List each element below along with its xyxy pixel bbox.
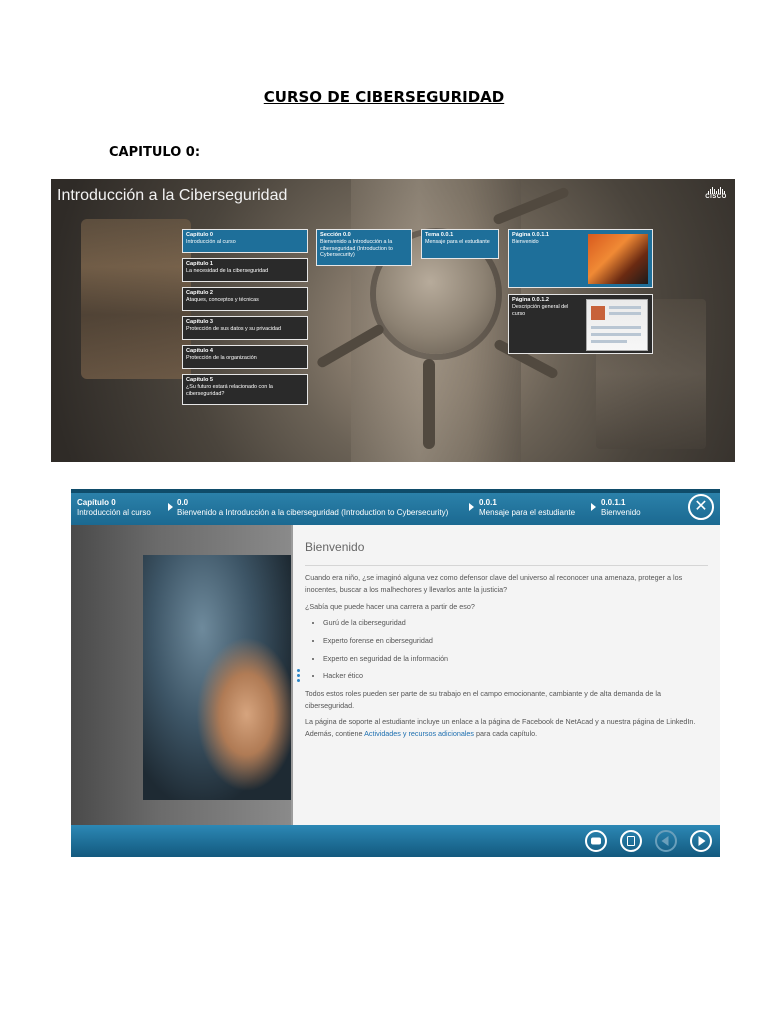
breadcrumb-topic[interactable]: 0.0.1 Mensaje para el estudiante — [479, 498, 575, 519]
topic-card[interactable]: Tema 0.0.1 Mensaje para el estudiante — [421, 229, 499, 259]
hooded-person-image — [143, 555, 291, 800]
lesson-heading: Bienvenido — [305, 538, 708, 567]
page-card-1[interactable]: Página 0.0.1.1 Bienvenido — [508, 229, 653, 288]
course-map-title: Introducción a la Ciberseguridad — [57, 187, 288, 204]
lesson-paragraph-4: La página de soporte al estudiante inclu… — [305, 717, 696, 738]
resources-link[interactable]: Actividades y recursos adicionales — [364, 729, 474, 738]
breadcrumb-separator-icon — [591, 503, 596, 511]
chat-bubble-icon — [591, 837, 601, 845]
chapter-card-1[interactable]: Capítulo 1 La necesidad de la ciberseguri… — [182, 258, 308, 282]
close-icon: ✕ — [694, 498, 708, 515]
chapter-card-4[interactable]: Capítulo 4 Protección de la organización — [182, 345, 308, 369]
splitter-handle-icon[interactable] — [297, 669, 301, 684]
document-title: CURSO DE CIBERSEGURIDAD — [263, 88, 505, 106]
chapter-card-5[interactable]: Capítulo 5 ¿Su futuro estará relacionado … — [182, 374, 308, 405]
lesson-screenshot: Capítulo 0 Introducción al curso 0.0 Bienv… — [71, 489, 720, 857]
chapter-heading: CAPITULO 0: — [109, 145, 201, 160]
page-card-2[interactable]: Página 0.0.1.2 Descripción general del cu… — [508, 294, 653, 354]
list-item: Experto en seguridad de la información — [323, 653, 708, 665]
breadcrumb-chapter[interactable]: Capítulo 0 Introducción al curso — [77, 498, 151, 519]
next-button[interactable] — [690, 830, 712, 852]
list-item: Gurú de la ciberseguridad — [323, 617, 708, 629]
page-thumbnail-photo — [588, 234, 648, 284]
breadcrumb-section[interactable]: 0.0 Bienvenido a Introducción a la cibers… — [177, 498, 448, 519]
section-card[interactable]: Sección 0.0 Bienvenido a Introducción a l… — [316, 229, 412, 266]
breadcrumb-separator-icon — [168, 503, 173, 511]
vault-hinge-decoration — [81, 219, 191, 379]
bookmark-icon — [627, 836, 635, 846]
lesson-content: Bienvenido Cuando era niño, ¿se imaginó … — [293, 525, 720, 825]
navigation-bar — [71, 825, 720, 857]
page-thumbnail-screenshot — [586, 299, 648, 351]
list-item: Experto forense en ciberseguridad — [323, 635, 708, 647]
close-button[interactable]: ✕ — [688, 494, 714, 520]
breadcrumb-page[interactable]: 0.0.1.1 Bienvenido — [601, 498, 641, 519]
breadcrumb-bar: Capítulo 0 Introducción al curso 0.0 Bienv… — [71, 489, 720, 525]
cisco-logo: CISCO — [703, 187, 729, 200]
list-item: Hacker ético — [323, 670, 708, 682]
bookmark-button[interactable] — [620, 830, 642, 852]
lesson-paragraph-3: Todos estos roles pueden ser parte de su… — [305, 689, 662, 710]
arrow-right-icon — [698, 836, 706, 846]
course-map-screenshot: Introducción a la Ciberseguridad CISCO C… — [51, 179, 735, 462]
arrow-left-icon — [661, 836, 669, 846]
vault-spoke — [423, 359, 435, 449]
previous-button[interactable] — [655, 830, 677, 852]
roles-list: Gurú de la ciberseguridad Experto forens… — [305, 617, 708, 682]
lesson-paragraph-2: ¿Sabía que puede hacer una carrera a par… — [305, 601, 475, 611]
breadcrumb-separator-icon — [469, 503, 474, 511]
chapter-card-3[interactable]: Capítulo 3 Protección de sus datos y su p… — [182, 316, 308, 340]
chapter-card-0[interactable]: Capítulo 0 Introducción al curso — [182, 229, 308, 253]
lesson-paragraph-1: Cuando era niño, ¿se imaginó alguna vez … — [305, 573, 683, 595]
chapter-card-2[interactable]: Capítulo 2 Ataques, conceptos y técnicas — [182, 287, 308, 311]
forum-button[interactable] — [585, 830, 607, 852]
